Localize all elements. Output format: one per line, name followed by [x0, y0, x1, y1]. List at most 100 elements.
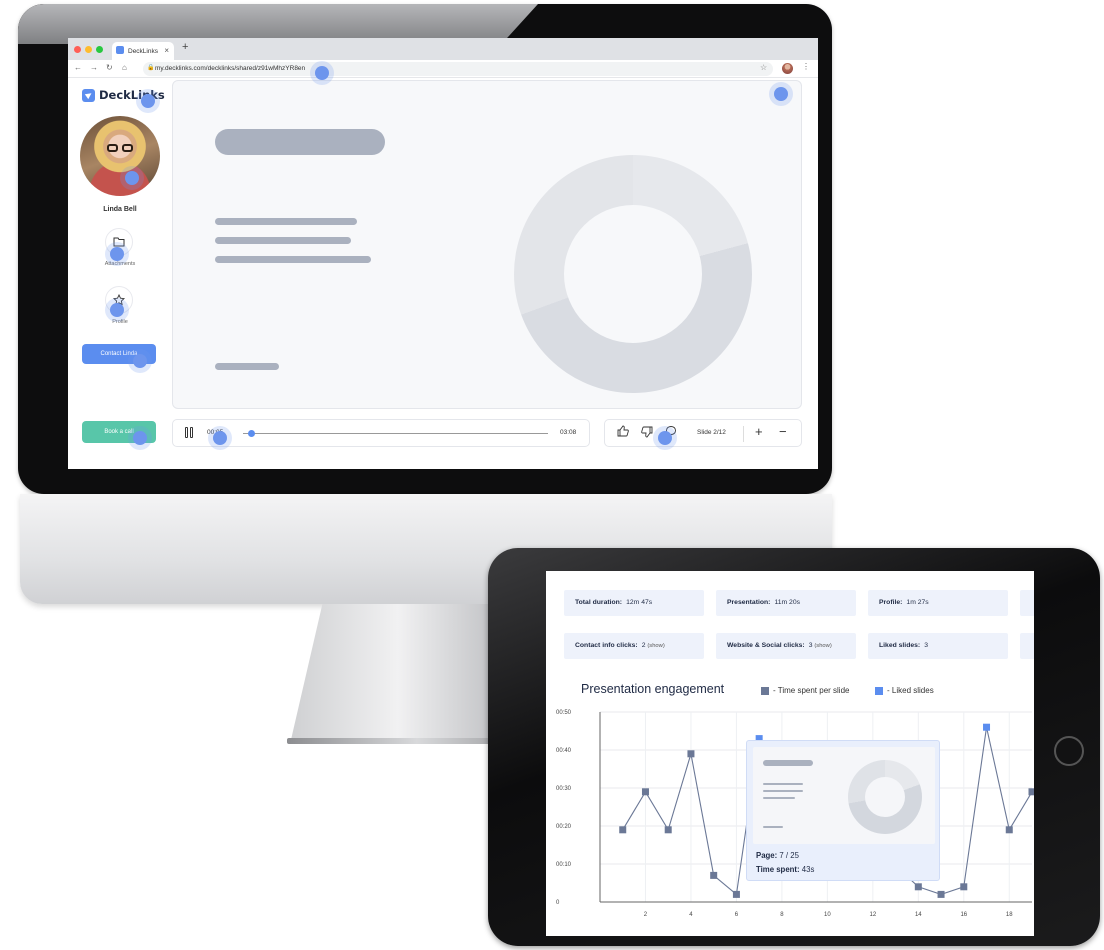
liked-slide-point	[983, 723, 991, 731]
tablet-home-button[interactable]	[1054, 736, 1084, 766]
hotspot-marker[interactable]	[315, 66, 329, 80]
browser-window: DeckLinks × + ← → ↻ ⌂ 🔒 my.decklinks.com…	[68, 38, 818, 469]
decklinks-favicon-icon	[116, 46, 124, 54]
data-point	[937, 890, 945, 898]
legend-label: - Liked slides	[887, 686, 934, 695]
zoom-in-button[interactable]: +	[755, 424, 763, 439]
slide-preview	[172, 80, 802, 409]
thumbs-down-icon[interactable]	[641, 426, 653, 441]
slide-text-line	[215, 218, 357, 225]
legend-swatch	[761, 686, 769, 695]
tooltip-text-line	[763, 790, 803, 792]
tooltip-footer-line	[763, 826, 783, 828]
y-tick-label: 0	[556, 900, 560, 906]
show-social-clicks-link[interactable]: (show)	[814, 643, 831, 649]
legend-label: - Time spent per slide	[773, 686, 850, 695]
maximize-window-icon[interactable]	[96, 46, 103, 53]
slide-text-line	[215, 237, 351, 244]
bookmark-star-icon[interactable]: ☆	[760, 63, 767, 72]
tab-decklinks[interactable]: DeckLinks ×	[112, 42, 174, 60]
url-field[interactable]: 🔒 my.decklinks.com/decklinks/shared/z91w…	[143, 62, 773, 76]
tooltip-page: Page: 7 / 25	[756, 851, 799, 860]
profile-label: Profile	[112, 319, 128, 325]
home-icon[interactable]: ⌂	[122, 63, 127, 72]
data-point	[687, 750, 695, 758]
legend-liked-slides: - Liked slides	[875, 686, 934, 695]
thumbs-up-icon[interactable]	[617, 425, 629, 440]
pause-button[interactable]	[185, 427, 195, 439]
presenter-avatar	[80, 116, 160, 196]
slide-tooltip: Page: 7 / 25 Time spent: 43s	[746, 740, 940, 881]
data-point	[710, 871, 718, 879]
browser-profile-avatar[interactable]	[782, 63, 793, 74]
lock-icon: 🔒	[147, 65, 155, 71]
data-point	[732, 890, 740, 898]
stat-profile: Profile: 1m 27s	[868, 590, 1008, 616]
show-contact-clicks-link[interactable]: (show)	[647, 643, 664, 649]
tooltip-text-line	[763, 797, 795, 799]
data-point	[619, 826, 627, 834]
hotspot-marker[interactable]	[774, 87, 788, 101]
x-tick-label: 12	[869, 912, 876, 918]
hotspot-marker[interactable]	[125, 171, 139, 185]
progress-knob[interactable]	[248, 430, 256, 437]
tablet-device: Total duration: 12m 47s Presentation: 11m …	[488, 548, 1100, 946]
minimize-window-icon[interactable]	[85, 46, 92, 53]
data-point	[1028, 788, 1034, 796]
tooltip-title-placeholder	[763, 760, 813, 766]
slide-title-placeholder	[215, 129, 385, 155]
tooltip-donut-chart	[848, 760, 922, 834]
engagement-title: Presentation engagement	[581, 682, 725, 696]
hotspot-marker[interactable]	[110, 247, 124, 261]
reload-icon[interactable]: ↻	[106, 63, 113, 72]
decklinks-viewer: DeckLinks Linda Bell Attachments Profile…	[68, 78, 818, 469]
close-window-icon[interactable]	[74, 46, 81, 53]
hotspot-marker[interactable]	[658, 431, 672, 445]
x-tick-label: 16	[960, 912, 967, 918]
y-tick-label: 00:50	[556, 710, 572, 716]
data-point	[914, 883, 922, 891]
data-point	[641, 788, 649, 796]
hotspot-marker[interactable]	[141, 94, 155, 108]
stat-presentation: Presentation: 11m 20s	[716, 590, 856, 616]
avatar-glasses	[107, 144, 135, 153]
y-tick-label: 00:20	[556, 824, 572, 830]
address-bar: ← → ↻ ⌂ 🔒 my.decklinks.com/decklinks/sha…	[68, 60, 818, 78]
forward-arrow-icon[interactable]: →	[90, 63, 98, 72]
stat-total-duration: Total duration: 12m 47s	[564, 590, 704, 616]
hotspot-marker[interactable]	[213, 431, 227, 445]
close-tab-icon[interactable]: ×	[164, 46, 169, 55]
zoom-out-button[interactable]: −	[779, 424, 787, 439]
hotspot-marker[interactable]	[133, 354, 147, 368]
legend-swatch	[875, 686, 883, 695]
playback-bar: 00:05 03:08	[172, 419, 590, 447]
tooltip-slide-thumbnail	[753, 747, 935, 844]
tooltip-time-spent: Time spent: 43s	[756, 865, 815, 874]
data-point	[664, 826, 672, 834]
paper-plane-icon	[82, 88, 95, 102]
data-point	[960, 883, 968, 891]
stat-card-partial	[1020, 633, 1034, 659]
x-tick-label: 2	[644, 912, 648, 918]
x-tick-label: 10	[824, 912, 831, 918]
slide-footer-placeholder	[215, 363, 279, 370]
y-tick-label: 00:10	[556, 862, 572, 868]
stat-card-partial	[1020, 590, 1034, 616]
analytics-screen: Total duration: 12m 47s Presentation: 11m …	[546, 571, 1034, 936]
desktop-monitor: DeckLinks × + ← → ↻ ⌂ 🔒 my.decklinks.com…	[18, 4, 832, 494]
stat-contact-info-clicks: Contact info clicks: 2 (show)	[564, 633, 704, 659]
new-tab-button[interactable]: +	[182, 41, 188, 53]
total-time: 03:08	[560, 429, 577, 436]
divider	[743, 426, 744, 442]
hotspot-marker[interactable]	[110, 303, 124, 317]
progress-track[interactable]	[243, 433, 548, 434]
stat-website-social-clicks: Website & Social clicks: 3 (show)	[716, 633, 856, 659]
x-tick-label: 8	[780, 912, 784, 918]
back-arrow-icon[interactable]: ←	[74, 63, 82, 72]
browser-menu-icon[interactable]: ⋮	[802, 62, 810, 71]
folder-icon	[113, 237, 125, 247]
hotspot-marker[interactable]	[133, 431, 147, 445]
attachments-label: Attachments	[104, 261, 136, 267]
y-tick-label: 00:40	[556, 748, 572, 754]
slide-donut-chart	[514, 155, 752, 393]
